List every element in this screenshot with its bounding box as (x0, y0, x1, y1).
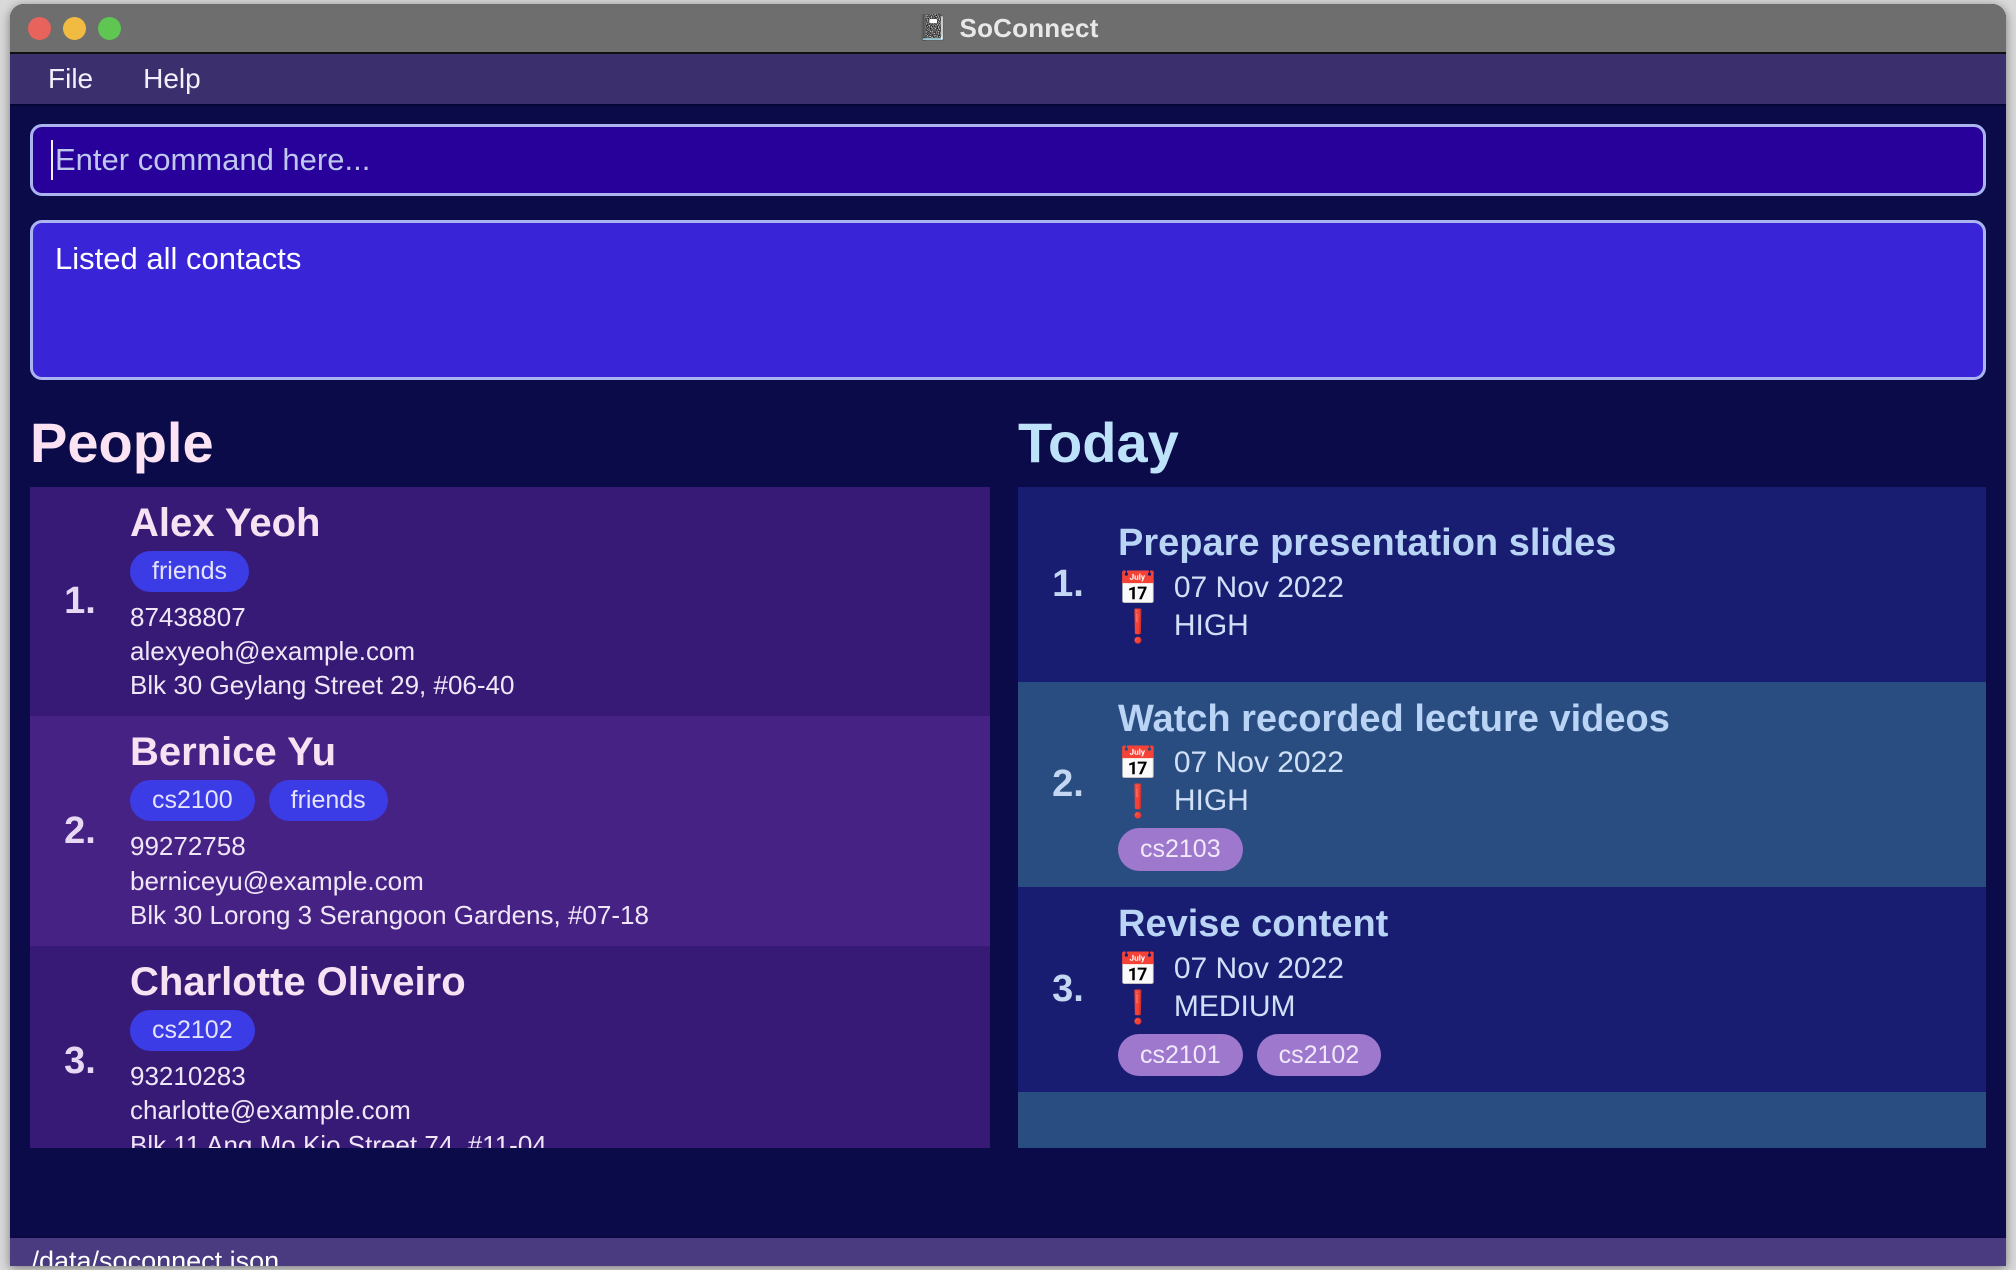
task-date: 07 Nov 2022 (1173, 951, 1344, 985)
task-priority: MEDIUM (1173, 989, 1296, 1023)
contact-phone: 93210283 (130, 1060, 246, 1091)
task-body: Revise content 📅 07 Nov 2022 ❗ MEDIUM cs2101 c… (1118, 903, 1986, 1077)
task-body: Prepare presentation slides 📅 07 Nov 2022 ❗… (1118, 522, 1986, 647)
task-priority: HIGH (1173, 608, 1249, 642)
task-body: Watch recorded lecture videos 📅 07 Nov 202… (1118, 697, 1986, 872)
task-card[interactable] (1018, 1092, 1986, 1148)
task-tag: cs2103 (1118, 828, 1243, 872)
task-date: 07 Nov 2022 (1173, 746, 1344, 780)
close-button[interactable] (28, 16, 51, 40)
contact-name: Charlotte Oliveiro (130, 960, 466, 1005)
task-priority-row: ❗ HIGH (1118, 784, 1966, 818)
today-list-viewport: 1. Prepare presentation slides 📅 07 Nov 202… (1018, 486, 1986, 1148)
task-date-row: 📅 07 Nov 2022 (1118, 746, 1966, 780)
minimize-button[interactable] (63, 16, 86, 40)
contact-tag-row: friends (130, 550, 970, 592)
priority-warning-icon: ❗ (1118, 783, 1158, 820)
menu-item-help[interactable]: Help (143, 63, 201, 95)
task-name: Prepare presentation slides (1118, 522, 1617, 565)
panels-container: People 1. Alex Yeoh friends 87438807 alexyeo… (30, 411, 1986, 1192)
app-body: Enter command here... Listed all contact… (10, 124, 2006, 1236)
today-list: 1. Prepare presentation slides 📅 07 Nov 202… (1018, 486, 1986, 1148)
contact-index: 2. (64, 809, 96, 852)
task-tag: cs2101 (1118, 1033, 1243, 1077)
address-book-icon: 📓 (917, 13, 949, 42)
result-message: Listed all contacts (55, 241, 302, 276)
people-panel-title: People (30, 411, 214, 474)
task-index: 1. (1052, 562, 1084, 605)
contact-name: Bernice Yu (130, 730, 337, 775)
window-title: SoConnect (959, 12, 1099, 43)
contact-phone: 87438807 (130, 601, 246, 632)
contact-tag-row: cs2102 (130, 1010, 970, 1051)
command-input[interactable]: Enter command here... (30, 124, 1986, 196)
task-name: Revise content (1118, 903, 1389, 946)
contact-name: Alex Yeoh (130, 500, 321, 545)
contact-email: alexyeoh@example.com (130, 635, 416, 666)
people-list: 1. Alex Yeoh friends 87438807 alexyeoh@examp… (30, 486, 990, 1148)
contact-card[interactable]: 1. Alex Yeoh friends 87438807 alexyeoh@examp… (30, 486, 990, 717)
task-tag: cs2102 (1256, 1033, 1382, 1077)
task-date-row: 📅 07 Nov 2022 (1118, 952, 1966, 986)
task-index: 3. (1052, 968, 1084, 1011)
contact-card[interactable]: 2. Bernice Yu cs2100 friends 99272758 bernice… (30, 716, 990, 947)
title-bar: 📓 SoConnect (10, 4, 2006, 54)
contact-address: Blk 30 Lorong 3 Serangoon Gardens, #07-1… (130, 899, 649, 930)
task-index: 2. (1052, 762, 1084, 805)
window-title-group: 📓 SoConnect (917, 13, 1098, 44)
text-caret (51, 140, 53, 180)
contact-address: Blk 30 Geylang Street 29, #06-40 (130, 670, 515, 701)
task-tag-row: cs2101 cs2102 (1118, 1033, 1966, 1077)
calendar-icon: 📅 (1118, 745, 1158, 782)
contact-body: Alex Yeoh friends 87438807 alexyeoh@example… (130, 501, 990, 703)
result-display: Listed all contacts (30, 220, 1986, 380)
status-file-path: ./data/soconnect.json (24, 1245, 280, 1267)
contact-index: 3. (64, 1039, 96, 1082)
contact-email: berniceyu@example.com (130, 865, 424, 896)
contact-card[interactable]: 3. Charlotte Oliveiro cs2102 93210283 charlo… (30, 946, 990, 1148)
window-controls (28, 4, 121, 52)
task-name: Watch recorded lecture videos (1118, 697, 1670, 740)
contact-body: Bernice Yu cs2100 friends 99272758 berniceyu… (130, 730, 990, 932)
maximize-button[interactable] (98, 16, 121, 40)
menu-bar: File Help (10, 54, 2006, 106)
today-panel: Today 1. Prepare presentation slides 📅 07 N… (1018, 411, 1986, 1192)
task-priority-row: ❗ HIGH (1118, 609, 1966, 643)
contact-tag-row: cs2100 friends (130, 780, 970, 822)
calendar-icon: 📅 (1118, 950, 1158, 987)
contact-tag: friends (268, 780, 388, 822)
task-priority: HIGH (1173, 784, 1249, 818)
status-bar: ./data/soconnect.json (10, 1236, 2006, 1266)
task-card[interactable]: 3. Revise content 📅 07 Nov 2022 ❗ MEDIUM cs210… (1018, 887, 1986, 1093)
contact-address: Blk 11 Ang Mo Kio Street 74, #11-04 (130, 1129, 547, 1148)
calendar-icon: 📅 (1118, 569, 1158, 606)
contact-phone: 99272758 (130, 831, 246, 862)
contact-index: 1. (64, 580, 96, 623)
task-tag-row: cs2103 (1118, 828, 1966, 872)
contact-body: Charlotte Oliveiro cs2102 93210283 charlott… (130, 960, 990, 1148)
menu-item-file[interactable]: File (48, 63, 93, 95)
command-input-placeholder: Enter command here... (55, 142, 371, 177)
contact-tag: friends (130, 550, 250, 592)
app-window: 📓 SoConnect File Help Enter command here… (10, 4, 2006, 1266)
task-card[interactable]: 2. Watch recorded lecture videos 📅 07 Nov 2… (1018, 681, 1986, 888)
task-date-row: 📅 07 Nov 2022 (1118, 571, 1966, 605)
contact-tag: cs2100 (130, 780, 255, 822)
task-date: 07 Nov 2022 (1173, 570, 1344, 604)
today-panel-title: Today (1018, 411, 1179, 474)
task-priority-row: ❗ MEDIUM (1118, 990, 1966, 1024)
priority-warning-icon: ❗ (1118, 607, 1158, 644)
task-card[interactable]: 1. Prepare presentation slides 📅 07 Nov 202… (1018, 486, 1986, 682)
contact-tag: cs2102 (130, 1010, 255, 1051)
priority-warning-icon: ❗ (1118, 988, 1158, 1025)
people-panel: People 1. Alex Yeoh friends 87438807 alexyeo… (30, 411, 990, 1192)
contact-email: charlotte@example.com (130, 1095, 411, 1126)
people-list-viewport: 1. Alex Yeoh friends 87438807 alexyeoh@examp… (30, 486, 990, 1148)
